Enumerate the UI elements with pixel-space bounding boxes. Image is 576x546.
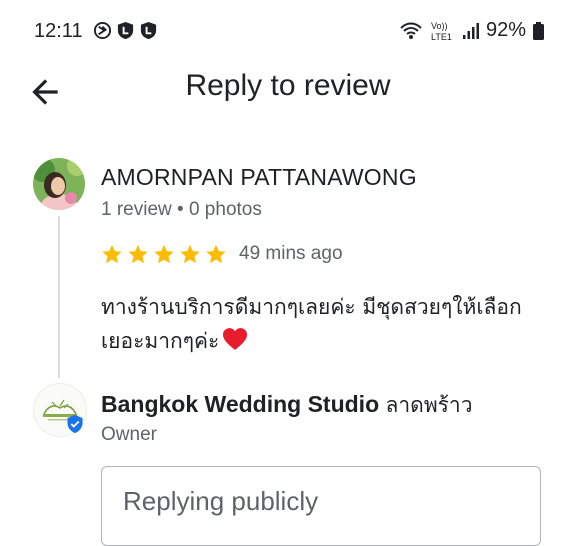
status-bar: 12:11 Vo)) LTE1 92% bbox=[0, 0, 576, 62]
reply-input[interactable]: Replying publicly bbox=[101, 466, 541, 546]
status-system-icons: Vo)) LTE1 92% bbox=[399, 19, 544, 42]
svg-text:LTE1: LTE1 bbox=[431, 32, 452, 42]
review-time: 49 mins ago bbox=[239, 243, 343, 264]
review-text: ทางร้านบริการดีมากๆเลยค่ะ มีชุดสวยๆให้เล… bbox=[101, 290, 551, 358]
owner-role: Owner bbox=[101, 424, 157, 445]
notification-l-icon bbox=[140, 21, 157, 40]
signal-icon bbox=[462, 22, 479, 39]
red-heart-icon bbox=[223, 328, 248, 350]
verified-badge-icon bbox=[67, 414, 83, 434]
battery-percentage: 92% bbox=[485, 19, 526, 41]
reviewer-photo bbox=[33, 158, 85, 210]
notification-l-icon bbox=[117, 21, 134, 40]
star-icon bbox=[128, 244, 148, 264]
reviewer-meta: 1 review • 0 photos bbox=[101, 199, 262, 220]
star-icon bbox=[180, 244, 200, 264]
owner-business-name: Bangkok Wedding Studio bbox=[101, 391, 380, 417]
top-app-bar: Reply to review bbox=[0, 62, 576, 122]
review-body: ทางร้านบริการดีมากๆเลยค่ะ มีชุดสวยๆให้เล… bbox=[101, 295, 522, 353]
wifi-icon bbox=[400, 22, 422, 39]
star-icon bbox=[206, 244, 226, 264]
star-icon bbox=[102, 244, 122, 264]
rating-row: 49 mins ago bbox=[101, 243, 343, 265]
page-title: Reply to review bbox=[185, 69, 391, 102]
volte-icon: Vo)) LTE1 bbox=[431, 21, 452, 42]
owner-branch-name: ลาดพร้าว bbox=[385, 393, 473, 417]
status-notification-icons bbox=[93, 21, 158, 40]
reviewer-name[interactable]: AMORNPAN PATTANAWONG bbox=[101, 164, 417, 191]
status-time: 12:11 bbox=[34, 20, 83, 42]
reply-placeholder: Replying publicly bbox=[123, 486, 319, 516]
battery-icon bbox=[533, 21, 544, 40]
owner-name: Bangkok Wedding Studio ลาดพร้าว bbox=[101, 389, 473, 422]
svg-text:Vo)): Vo)) bbox=[431, 21, 448, 31]
nfc-icon bbox=[93, 21, 112, 40]
star-icon bbox=[154, 244, 174, 264]
reviewer-avatar[interactable] bbox=[33, 158, 85, 210]
thread-connector bbox=[58, 216, 60, 378]
